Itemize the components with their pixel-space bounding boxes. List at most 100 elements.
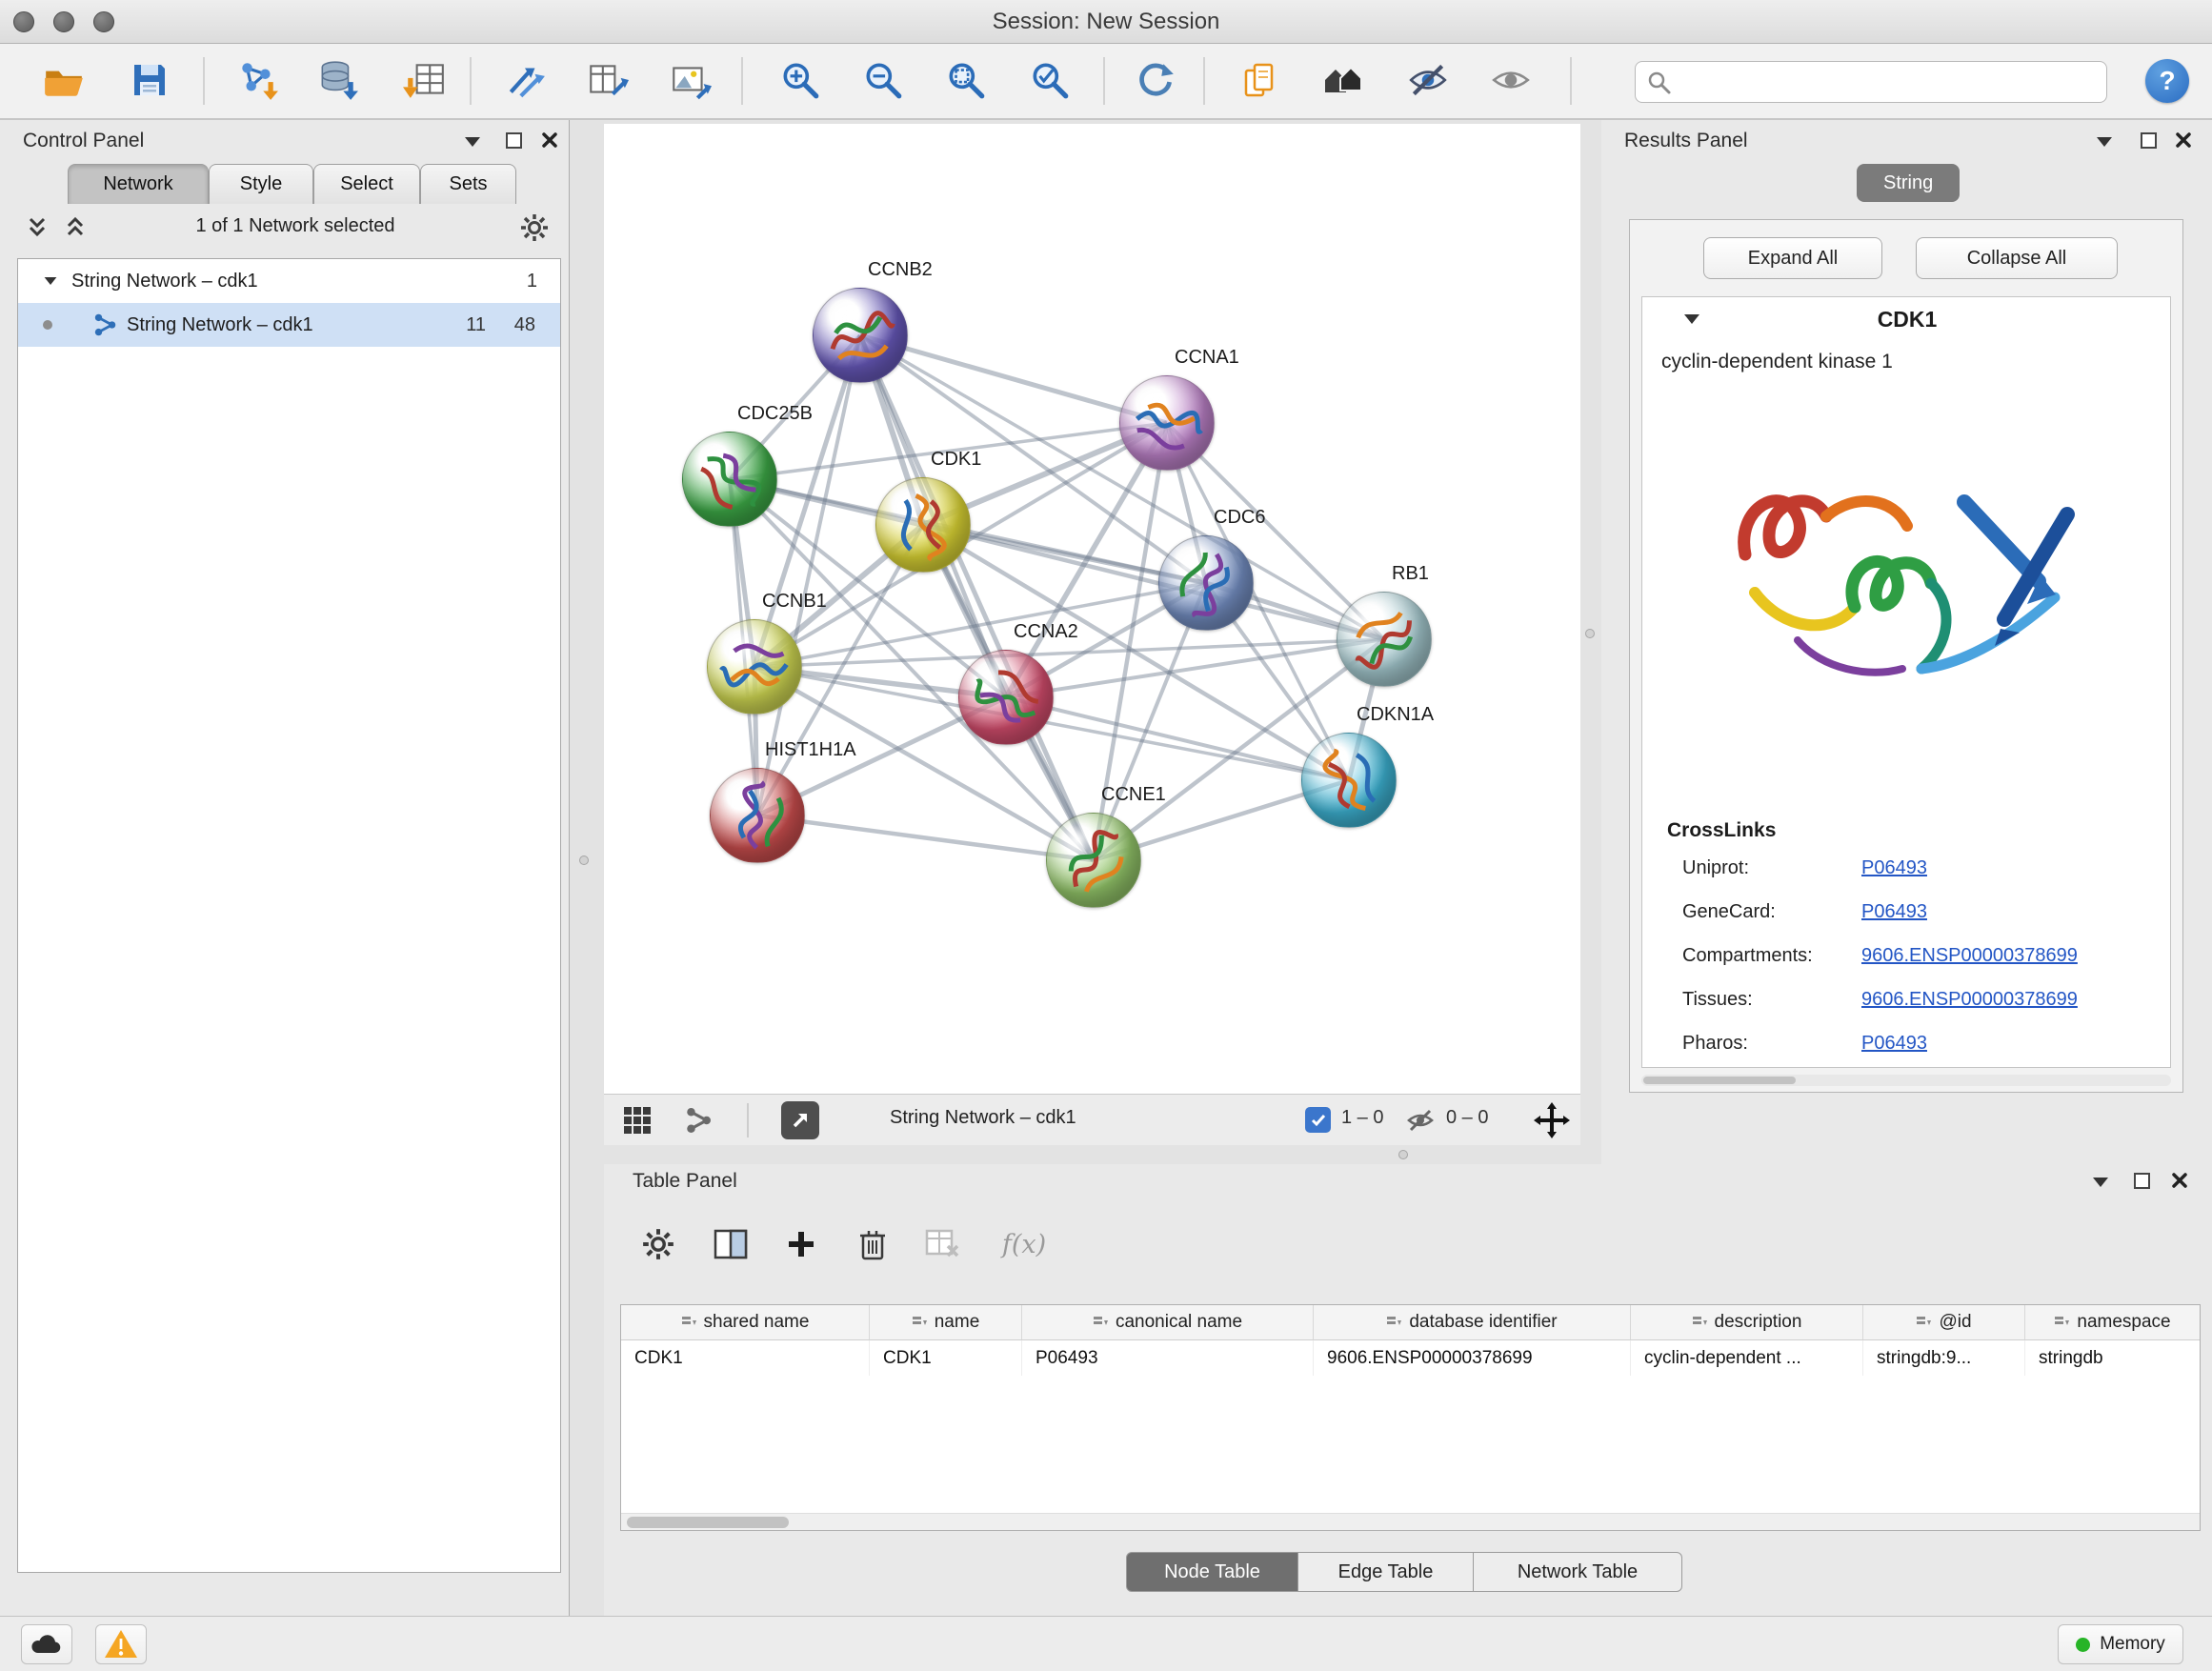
new-network-from-selection-button[interactable] [496,51,553,109]
tab-network[interactable]: Network [68,164,209,204]
show-all-button[interactable] [1482,51,1539,109]
expand-all-button[interactable]: Expand All [1703,237,1882,279]
network-canvas[interactable]: CCNB2CCNA1CDC25BCDK1CDC6RB1CCNB1CCNA2CDK… [604,124,1580,1094]
show-columns-button[interactable] [704,1218,757,1271]
column-header-id[interactable]: @id [1863,1305,2025,1340]
save-session-button[interactable] [121,51,178,109]
network-node-HIST1H1A[interactable] [710,768,805,863]
network-node-CDC6[interactable] [1158,535,1254,631]
zoom-in-button[interactable] [772,51,829,109]
network-type-button[interactable] [684,1101,713,1139]
network-node-RB1[interactable] [1337,592,1432,687]
function-builder-button[interactable]: f(x) [990,1218,1058,1271]
cell-shared-name[interactable]: CDK1 [621,1340,870,1376]
network-node-CCNA1[interactable] [1119,375,1215,471]
network-node-CCNA2[interactable] [958,650,1054,745]
protein-card-cdk1: CDK1 cyclin-dependent kinase 1 [1641,296,2171,1068]
left-splitter-handle[interactable] [579,856,589,865]
horizontal-splitter-handle[interactable] [1398,1150,1408,1159]
results-panel-close-button[interactable] [2175,131,2192,153]
network-node-CDC25B[interactable] [682,432,777,527]
network-row-selected[interactable]: String Network – cdk1 11 48 [18,303,560,347]
network-collection-row[interactable]: String Network – cdk1 1 [18,259,560,303]
home-button[interactable] [1316,51,1373,109]
table-scrollbar-thumb[interactable] [627,1517,789,1528]
import-network-file-button[interactable] [229,51,286,109]
search-input[interactable] [1678,64,2097,100]
zoom-fit-button[interactable] [937,51,995,109]
cloud-status-button[interactable] [21,1624,72,1664]
results-tab-string[interactable]: String [1857,164,1960,202]
cell-description[interactable]: cyclin-dependent ... [1631,1340,1863,1376]
cell-id[interactable]: stringdb:9... [1863,1340,2025,1376]
memory-button[interactable]: Memory [2058,1624,2183,1664]
birds-eye-view-button[interactable] [621,1101,654,1139]
crosslink-link[interactable]: 9606.ENSP00000378699 [1861,989,2078,1011]
network-node-CCNB1[interactable] [707,619,802,715]
collapse-all-networks-button[interactable] [25,215,50,245]
button-label: Collapse All [1967,248,2067,270]
new-table-button[interactable] [578,51,635,109]
control-panel-float-button[interactable] [465,137,480,147]
results-panel-float-button[interactable] [2097,137,2112,147]
network-node-CCNB2[interactable] [813,288,908,383]
control-panel-maximize-button[interactable] [506,132,522,149]
crosslink-link[interactable]: 9606.ENSP00000378699 [1861,945,2078,967]
column-header-name[interactable]: name [870,1305,1022,1340]
cell-namespace[interactable]: stringdb [2025,1340,2200,1376]
network-node-CDK1[interactable] [875,477,971,573]
import-network-database-button[interactable] [309,51,366,109]
column-header-shared-name[interactable]: shared name [621,1305,870,1340]
right-splitter-handle[interactable] [1585,629,1595,638]
network-edge[interactable] [757,815,1094,860]
table-panel-maximize-button[interactable] [2134,1173,2150,1189]
warnings-button[interactable] [95,1624,147,1664]
table-options-button[interactable] [632,1218,685,1271]
collapse-all-button[interactable]: Collapse All [1916,237,2118,279]
export-image-button[interactable] [661,51,718,109]
open-external-button[interactable] [781,1101,819,1139]
control-panel-close-button[interactable] [541,131,558,153]
help-button[interactable]: ? [2145,59,2189,103]
results-scrollbar-thumb[interactable] [1643,1077,1796,1084]
table-panel-close-button[interactable] [2171,1172,2188,1194]
sort-column-icon [681,1315,696,1330]
tab-network-table[interactable]: Network Table [1474,1552,1682,1592]
delete-column-button[interactable] [846,1218,899,1271]
network-edge[interactable] [860,335,1094,860]
fit-content-button[interactable] [1534,1101,1570,1139]
hide-selected-button[interactable] [1399,51,1457,109]
selected-checkbox-icon[interactable] [1305,1107,1331,1133]
import-table-button[interactable] [396,51,453,109]
cell-name[interactable]: CDK1 [870,1340,1022,1376]
tab-style[interactable]: Style [209,164,313,204]
cell-canonical-name[interactable]: P06493 [1022,1340,1314,1376]
table-row[interactable]: CDK1 CDK1 P06493 9606.ENSP00000378699 cy… [621,1340,2200,1376]
tab-sets[interactable]: Sets [420,164,516,204]
crosslink-link[interactable]: P06493 [1861,901,1927,923]
delete-table-button-disabled[interactable] [915,1218,969,1271]
apply-layout-refresh-button[interactable] [1127,51,1184,109]
expand-all-networks-button[interactable] [63,215,88,245]
copy-button[interactable] [1231,51,1288,109]
protein-thumbnail-icon [958,650,1054,745]
column-header-canonical-name[interactable]: canonical name [1022,1305,1314,1340]
network-options-button[interactable] [520,213,549,247]
column-header-description[interactable]: description [1631,1305,1863,1340]
tab-node-table[interactable]: Node Table [1126,1552,1298,1592]
network-node-CCNE1[interactable] [1046,813,1141,908]
crosslink-link[interactable]: P06493 [1861,1033,1927,1055]
tab-select[interactable]: Select [313,164,420,204]
add-column-button[interactable] [774,1218,828,1271]
network-node-CDKN1A[interactable] [1301,733,1397,828]
crosslink-link[interactable]: P06493 [1861,857,1927,879]
results-panel-maximize-button[interactable] [2141,132,2157,149]
column-header-namespace[interactable]: namespace [2025,1305,2200,1340]
zoom-selected-button[interactable] [1021,51,1078,109]
column-header-database-identifier[interactable]: database identifier [1314,1305,1631,1340]
zoom-out-button[interactable] [855,51,912,109]
tab-edge-table[interactable]: Edge Table [1298,1552,1474,1592]
cell-database-identifier[interactable]: 9606.ENSP00000378699 [1314,1340,1631,1376]
open-session-button[interactable] [35,51,92,109]
table-panel-float-button[interactable] [2093,1178,2108,1187]
